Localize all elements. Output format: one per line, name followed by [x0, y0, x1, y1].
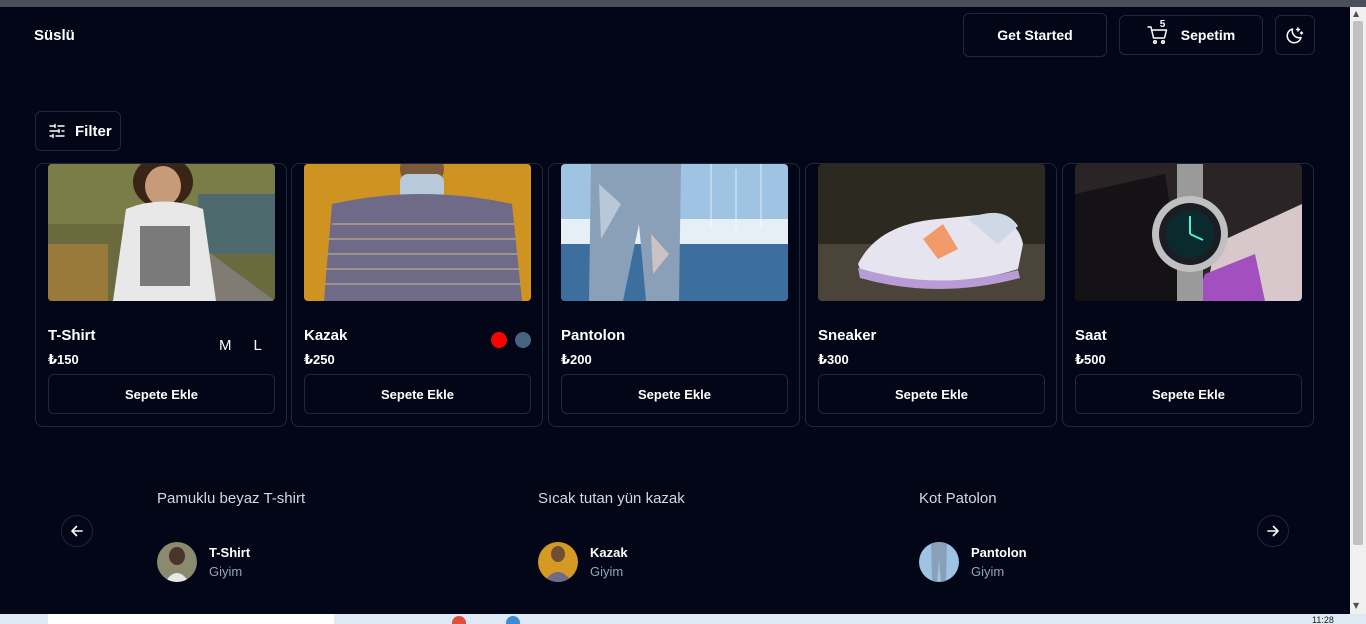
product-image-kazak[interactable]	[304, 164, 531, 301]
size-option-l[interactable]: L	[254, 337, 262, 354]
add-to-cart-button[interactable]: Sepete Ekle	[818, 374, 1045, 414]
product-image-saat[interactable]	[1075, 164, 1302, 301]
avatar	[538, 542, 578, 582]
testimonial-author: Pantolon Giyim	[919, 542, 1027, 582]
add-to-cart-button[interactable]: Sepete Ekle	[48, 374, 275, 414]
product-card-pantolon[interactable]: Pantolon ₺200 Sepete Ekle	[548, 163, 800, 427]
sliders-icon	[49, 123, 65, 139]
product-card-kazak[interactable]: Kazak ₺250 Sepete Ekle	[291, 163, 543, 427]
brand-logo[interactable]: Süslü	[34, 27, 75, 44]
author-name: T-Shirt	[209, 545, 251, 560]
product-price: ₺250	[304, 352, 335, 367]
product-card-saat[interactable]: Saat ₺500 Sepete Ekle	[1062, 163, 1314, 427]
carousel-prev-button[interactable]	[61, 515, 93, 547]
size-options: M L	[219, 337, 262, 354]
avatar	[157, 542, 197, 582]
color-options	[491, 332, 531, 348]
author-category: Giyim	[209, 564, 243, 579]
testimonial-quote: Pamuklu beyaz T-shirt	[157, 490, 306, 507]
scroll-thumb[interactable]	[1353, 21, 1363, 545]
product-image-sneaker[interactable]	[818, 164, 1045, 301]
product-name: Sneaker	[818, 327, 877, 344]
testimonial-item: Kot Patolon Pantolon Giyim	[919, 490, 1259, 582]
product-price: ₺200	[561, 352, 592, 367]
product-image-tshirt[interactable]	[48, 164, 275, 301]
taskbar-clock: 11:28	[1312, 615, 1334, 624]
product-name: T-Shirt	[48, 327, 96, 344]
product-card-sneaker[interactable]: Sneaker ₺300 Sepete Ekle	[805, 163, 1057, 427]
taskbar-window-preview[interactable]	[48, 614, 334, 624]
add-to-cart-button[interactable]: Sepete Ekle	[304, 374, 531, 414]
cart-count-badge: 5	[1159, 19, 1166, 30]
scroll-up-icon[interactable]: ▲	[1353, 9, 1359, 18]
product-price: ₺500	[1075, 352, 1106, 367]
product-image-pantolon[interactable]	[561, 164, 788, 301]
os-taskbar: 11:28	[0, 614, 1366, 624]
author-name: Pantolon	[971, 545, 1027, 560]
testimonial-carousel: Pamuklu beyaz T-shirt T-Shirt Giyim Sıca…	[0, 477, 1350, 607]
testimonial-quote: Kot Patolon	[919, 490, 997, 507]
author-category: Giyim	[590, 564, 624, 579]
author-category: Giyim	[971, 564, 1005, 579]
testimonial-item: Sıcak tutan yün kazak Kazak Giyim	[538, 490, 878, 582]
add-to-cart-button[interactable]: Sepete Ekle	[1075, 374, 1302, 414]
carousel-next-button[interactable]	[1257, 515, 1289, 547]
theme-toggle-button[interactable]	[1275, 15, 1315, 55]
cart-label: Sepetim	[1180, 27, 1236, 43]
product-price: ₺300	[818, 352, 849, 367]
product-price: ₺150	[48, 352, 79, 367]
product-card-tshirt[interactable]: T-Shirt ₺150 M L Sepete Ekle	[35, 163, 287, 427]
shopping-cart-icon: 5	[1147, 19, 1169, 45]
moon-sparkles-icon	[1286, 27, 1304, 44]
cart-button[interactable]: 5 Sepetim	[1119, 15, 1263, 55]
testimonial-author: Kazak Giyim	[538, 542, 628, 582]
add-to-cart-button[interactable]: Sepete Ekle	[561, 374, 788, 414]
color-swatch-red[interactable]	[491, 332, 507, 348]
testimonial-author: T-Shirt Giyim	[157, 542, 250, 582]
shop-page: Süslü Get Started 5 Sepetim Filter T-Shi…	[0, 7, 1350, 614]
taskbar-app-icon[interactable]	[452, 616, 466, 624]
scroll-down-icon[interactable]: ▼	[1353, 601, 1359, 610]
browser-top-strip	[0, 0, 1366, 7]
get-started-button[interactable]: Get Started	[963, 13, 1107, 57]
avatar	[919, 542, 959, 582]
size-option-m[interactable]: M	[219, 337, 232, 354]
product-name: Pantolon	[561, 327, 626, 344]
arrow-left-icon	[71, 525, 83, 537]
testimonial-item: Pamuklu beyaz T-shirt T-Shirt Giyim	[157, 490, 497, 582]
arrow-right-icon	[1267, 525, 1279, 537]
product-name: Kazak	[304, 327, 348, 344]
filter-button[interactable]: Filter	[35, 111, 121, 151]
product-name: Saat	[1075, 327, 1107, 344]
filter-label: Filter	[75, 122, 112, 140]
color-swatch-slate[interactable]	[515, 332, 531, 348]
vertical-scrollbar[interactable]: ▲ ▼	[1350, 7, 1366, 614]
testimonial-quote: Sıcak tutan yün kazak	[538, 490, 685, 507]
taskbar-app-icon[interactable]	[506, 616, 520, 624]
author-name: Kazak	[590, 545, 628, 560]
